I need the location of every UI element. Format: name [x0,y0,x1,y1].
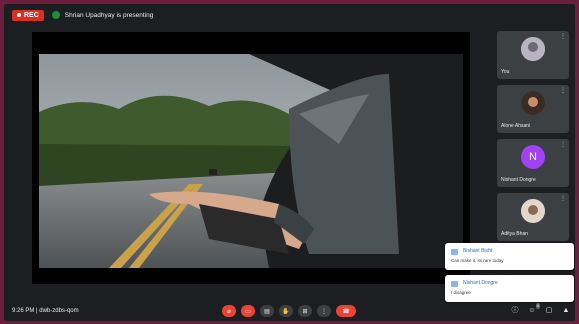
notification-sender: Bishant Bisht [463,248,493,254]
more-options-icon[interactable]: ⋮ [560,196,566,202]
avatar [521,37,545,61]
record-dot-icon [17,13,21,17]
more-options-icon[interactable]: ⋮ [560,34,566,40]
participant-name: Nishant Dongre [501,177,536,183]
chat-icon [451,281,458,287]
info-icon: ⓘ [511,307,519,314]
participant-tile[interactable]: ⋮ Alone Ahsani [497,85,569,133]
mic-off-button[interactable]: ⌀ [222,305,236,317]
captions-icon: ▤ [264,308,270,315]
more-vert-icon: ⋮ [321,308,327,315]
side-panel-controls: ⓘ ☺ 4 ▢ ▲ [510,303,571,316]
people-icon: ☺ [528,307,536,314]
notification-sender: Nishant Dongre [463,280,498,286]
present-icon: ⊞ [302,308,308,315]
participant-tile[interactable]: ⋮ N Nishant Dongre [497,139,569,187]
avatar-image [521,199,545,223]
present-button[interactable]: ⊞ [298,305,312,317]
recording-label: REC [24,11,39,19]
presenting-icon [51,11,60,19]
more-options-button[interactable]: ⋮ [317,305,331,317]
chat-icon [451,249,458,255]
leave-call-button[interactable]: ☎ [336,305,356,317]
chat-notification[interactable]: Bishant Bisht Can make it, its rare toda… [445,243,574,270]
bottom-bar: 9:26 PM | dwb-zdbs-qom ⌀ ▭ ▤ ✋ ⊞ ⋮ ☎ ⓘ ☺… [4,303,575,321]
call-end-icon: ☎ [342,308,350,315]
avatar [521,91,545,115]
participant-name: Aditya Bhan [501,231,528,237]
video-frame-image [39,54,463,268]
camera-off-icon: ▭ [245,308,251,315]
clock-time: 9:26 PM [12,308,35,314]
more-options-icon[interactable]: ⋮ [560,88,566,94]
camera-off-button[interactable]: ▭ [241,305,255,317]
call-controls: ⌀ ▭ ▤ ✋ ⊞ ⋮ ☎ [222,305,356,317]
avatar-image [521,91,545,115]
participants-count-badge: 4 [535,303,540,309]
chat-button[interactable]: ▢ [544,306,554,316]
hand-icon: ✋ [282,308,290,315]
mic-off-icon: ⌀ [227,308,231,315]
activities-icon: ▲ [562,307,570,314]
captions-button[interactable]: ▤ [260,305,274,317]
participant-tile[interactable]: ⋮ You [497,31,569,79]
participant-name: You [501,69,510,75]
notification-message: I disagree [451,290,471,295]
avatar: N [521,145,545,169]
raise-hand-button[interactable]: ✋ [279,305,293,317]
chat-icon: ▢ [545,307,553,314]
info-button[interactable]: ⓘ [510,306,520,316]
meeting-code: dwb-zdbs-qom [39,308,79,314]
chat-notification[interactable]: Nishant Dongre I disagree [445,275,574,302]
notification-message: Can make it, its rare today [451,258,504,263]
meeting-info: 9:26 PM | dwb-zdbs-qom [12,308,79,314]
avatar-image [521,37,545,61]
people-button[interactable]: ☺ 4 [527,303,540,316]
recording-badge: REC [12,9,44,21]
shared-screen-video[interactable] [39,54,463,268]
participant-name: Alone Ahsani [501,123,531,129]
activities-button[interactable]: ▲ [561,306,571,316]
top-bar: REC Shrian Upadhyay is presenting [4,4,575,26]
meeting-window: REC Shrian Upadhyay is presenting ⋮ You … [4,4,575,321]
presentation-stage [32,32,470,284]
presenting-status: Shrian Upadhyay is presenting [64,11,154,19]
participant-tiles: ⋮ You ⋮ Alone Ahsani ⋮ N Nishant Dongre … [497,31,569,243]
more-options-icon[interactable]: ⋮ [560,142,566,148]
avatar [521,199,545,223]
participant-tile[interactable]: ⋮ Aditya Bhan [497,193,569,241]
